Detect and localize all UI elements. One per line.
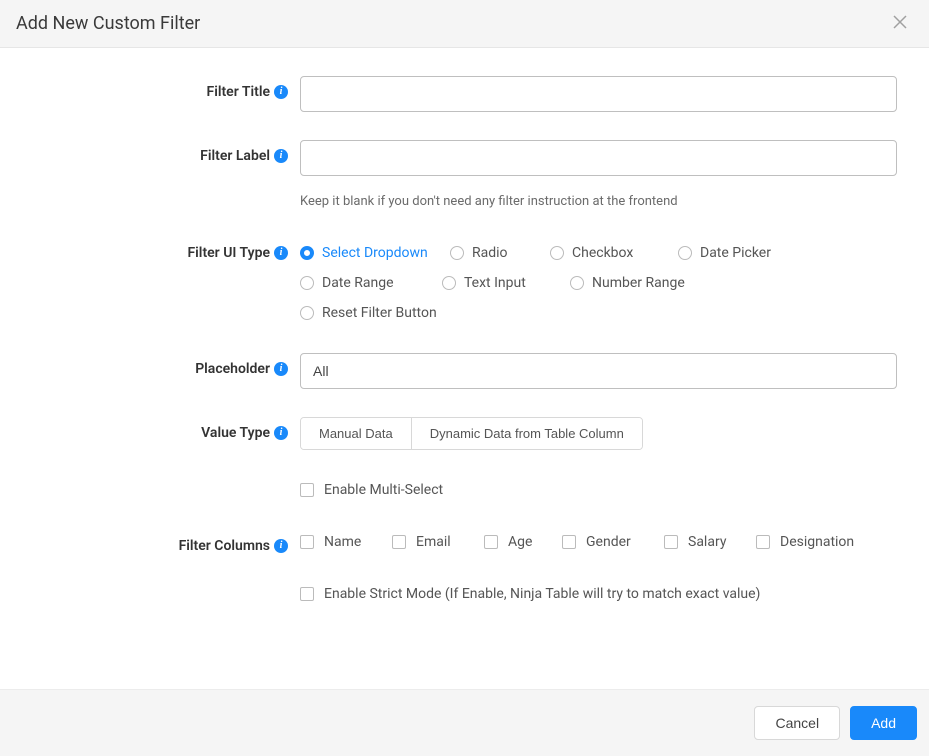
radio-icon (570, 276, 584, 290)
checkbox-label: Salary (688, 534, 726, 550)
filter-columns-checkboxes: Name Email Age Gender (300, 530, 897, 554)
radio-label: Checkbox (572, 245, 633, 261)
row-placeholder: Placeholder i (0, 353, 913, 389)
radio-icon (300, 246, 314, 260)
radio-label: Date Picker (700, 245, 771, 261)
label-filter-ui-type: Filter UI Type (187, 245, 270, 261)
label-placeholder: Placeholder (195, 361, 270, 377)
dialog-body: Filter Title i Filter Label i Keep it bl… (0, 48, 929, 689)
checkbox-label: Name (324, 534, 361, 550)
radio-checkbox[interactable]: Checkbox (550, 241, 678, 265)
checkbox-icon (484, 535, 498, 549)
label-filter-columns: Filter Columns (179, 538, 270, 554)
checkbox-icon (664, 535, 678, 549)
filter-label-input[interactable] (300, 140, 897, 176)
enable-strict-mode-checkbox[interactable]: Enable Strict Mode (If Enable, Ninja Tab… (300, 582, 897, 606)
radio-radio[interactable]: Radio (450, 241, 550, 265)
value-type-segmented: Manual Data Dynamic Data from Table Colu… (300, 417, 643, 450)
row-filter-columns: Filter Columns i Name Email Age (0, 530, 913, 554)
dialog-footer: Cancel Add (0, 689, 929, 756)
checkbox-label: Gender (586, 534, 631, 550)
checkbox-label: Enable Multi-Select (324, 482, 443, 498)
info-icon[interactable]: i (274, 426, 288, 440)
radio-text-input[interactable]: Text Input (442, 271, 570, 295)
checkbox-icon (300, 587, 314, 601)
label-value-type: Value Type (201, 425, 270, 441)
radio-icon (300, 306, 314, 320)
checkbox-icon (300, 535, 314, 549)
label-filter-label: Filter Label (200, 148, 270, 164)
radio-label: Select Dropdown (322, 245, 428, 261)
radio-date-range[interactable]: Date Range (300, 271, 442, 295)
close-icon (893, 13, 907, 33)
radio-label: Radio (472, 245, 508, 261)
checkbox-icon (392, 535, 406, 549)
info-icon[interactable]: i (274, 539, 288, 553)
checkbox-label: Enable Strict Mode (If Enable, Ninja Tab… (324, 586, 760, 602)
value-type-manual[interactable]: Manual Data (301, 418, 411, 449)
value-type-dynamic[interactable]: Dynamic Data from Table Column (411, 418, 642, 449)
filter-column-designation[interactable]: Designation (756, 530, 854, 554)
filter-column-gender[interactable]: Gender (562, 530, 664, 554)
filter-column-name[interactable]: Name (300, 530, 392, 554)
filter-column-email[interactable]: Email (392, 530, 484, 554)
checkbox-label: Age (508, 534, 532, 550)
add-button[interactable]: Add (850, 706, 917, 740)
row-multi-select: Enable Multi-Select (0, 478, 913, 502)
radio-label: Reset Filter Button (322, 305, 437, 321)
add-custom-filter-dialog: Add New Custom Filter Filter Title i Fil… (0, 0, 929, 756)
radio-label: Text Input (464, 275, 526, 291)
placeholder-input[interactable] (300, 353, 897, 389)
enable-multi-select-checkbox[interactable]: Enable Multi-Select (300, 478, 897, 502)
dialog-header: Add New Custom Filter (0, 0, 929, 48)
label-filter-title: Filter Title (207, 84, 271, 100)
filter-column-age[interactable]: Age (484, 530, 562, 554)
radio-label: Number Range (592, 275, 685, 291)
radio-reset-filter-button[interactable]: Reset Filter Button (300, 301, 897, 325)
row-filter-label: Filter Label i Keep it blank if you don'… (0, 140, 913, 209)
row-filter-title: Filter Title i (0, 76, 913, 112)
radio-date-picker[interactable]: Date Picker (678, 241, 814, 265)
radio-icon (450, 246, 464, 260)
radio-icon (300, 276, 314, 290)
info-icon[interactable]: i (274, 149, 288, 163)
row-filter-ui-type: Filter UI Type i Select Dropdown Radio (0, 237, 913, 325)
checkbox-icon (756, 535, 770, 549)
radio-icon (678, 246, 692, 260)
row-strict-mode: Enable Strict Mode (If Enable, Ninja Tab… (0, 582, 913, 606)
radio-icon (550, 246, 564, 260)
filter-title-input[interactable] (300, 76, 897, 112)
dialog-title: Add New Custom Filter (16, 13, 200, 34)
checkbox-icon (300, 483, 314, 497)
radio-number-range[interactable]: Number Range (570, 271, 706, 295)
hint-filter-label: Keep it blank if you don't need any filt… (300, 194, 897, 209)
row-value-type: Value Type i Manual Data Dynamic Data fr… (0, 417, 913, 450)
radio-label: Date Range (322, 275, 394, 291)
info-icon[interactable]: i (274, 85, 288, 99)
checkbox-label: Designation (780, 534, 854, 550)
cancel-button[interactable]: Cancel (754, 706, 840, 740)
checkbox-icon (562, 535, 576, 549)
filter-ui-type-radios: Select Dropdown Radio Checkbox Date Pick… (300, 237, 897, 325)
radio-icon (442, 276, 456, 290)
close-button[interactable] (887, 12, 913, 35)
info-icon[interactable]: i (274, 246, 288, 260)
radio-select-dropdown[interactable]: Select Dropdown (300, 241, 450, 265)
checkbox-label: Email (416, 534, 451, 550)
filter-column-salary[interactable]: Salary (664, 530, 756, 554)
info-icon[interactable]: i (274, 362, 288, 376)
